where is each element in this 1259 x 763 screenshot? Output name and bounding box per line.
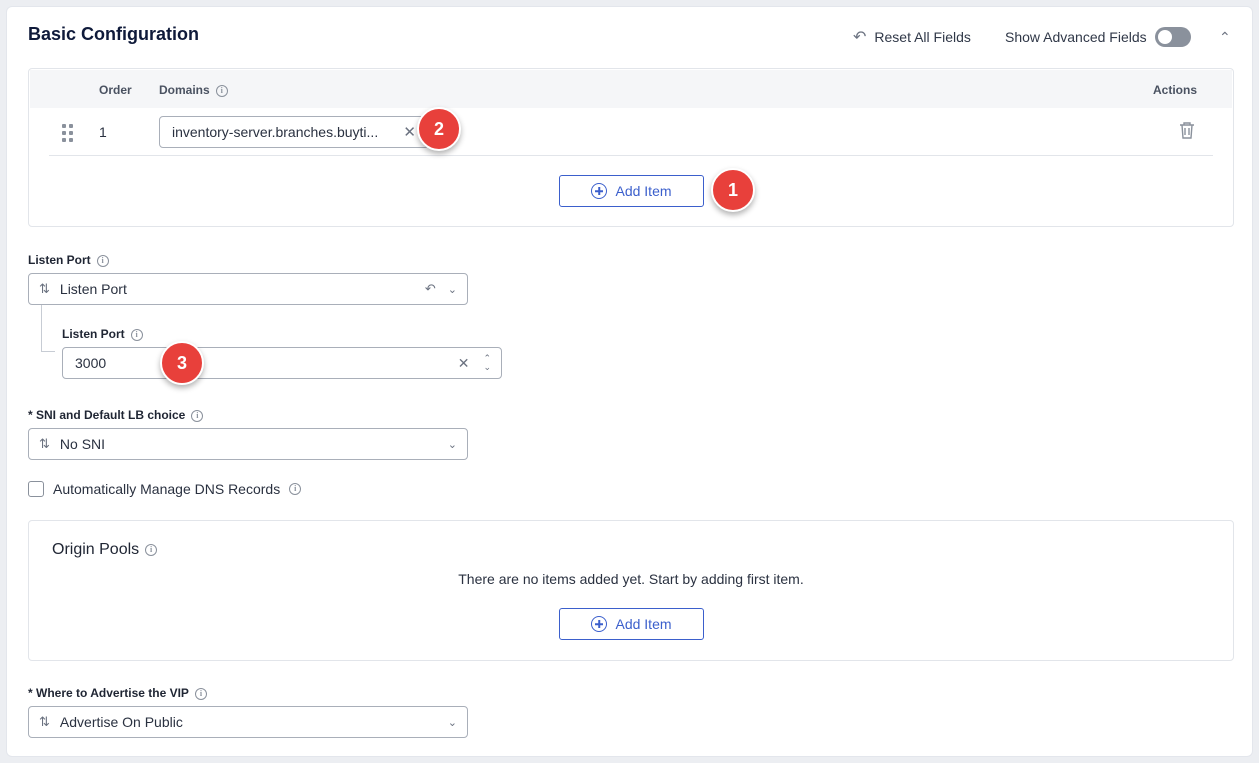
sni-select[interactable]: ⇅ No SNI ⌄ (28, 428, 468, 460)
advanced-label: Show Advanced Fields (1005, 29, 1147, 45)
annotation-badge-1: 1 (711, 168, 755, 212)
remove-domain-icon[interactable]: ✕ (403, 123, 416, 141)
advanced-fields-toggle[interactable] (1154, 27, 1191, 47)
reset-choice-icon[interactable]: ↶ (425, 281, 436, 297)
plus-circle-icon (591, 183, 608, 199)
basic-configuration-card: Basic Configuration ↶ Reset All Fields S… (6, 6, 1253, 757)
row-order: 1 (99, 124, 107, 140)
actions-header: Actions (1153, 83, 1198, 97)
domain-chip[interactable]: inventory-server.branches.buyti... ✕ (159, 116, 429, 148)
sni-choice: No SNI (59, 436, 106, 452)
order-header: Order (99, 83, 132, 97)
plus-circle-icon (591, 616, 608, 632)
advertise-choice: Advertise On Public (59, 714, 183, 730)
sni-label: * SNI and Default LB choice i (28, 408, 204, 422)
origin-pools-panel: Origin Pools i There are no items added y… (28, 520, 1234, 661)
listen-port-label: Listen Port i (28, 253, 109, 267)
nesting-connector (41, 305, 55, 352)
section-title: Basic Configuration (28, 24, 200, 44)
add-item-label: Add Item (615, 616, 672, 632)
delete-row-button[interactable] (1179, 121, 1195, 144)
domains-table: Order Domains i Actions 1 inventory-serve… (28, 68, 1234, 227)
listen-port-value: 3000 (75, 355, 107, 371)
dns-label: Automatically Manage DNS Records (53, 481, 281, 497)
chevron-down-icon: ⌄ (447, 283, 457, 296)
sni-label-text: * SNI and Default LB choice (28, 408, 186, 422)
info-icon[interactable]: i (145, 543, 158, 556)
origin-pools-title: Origin Pools i (52, 541, 158, 559)
advertise-select[interactable]: ⇅ Advertise On Public ⌄ (28, 706, 468, 738)
empty-state-text: There are no items added yet. Start by a… (458, 571, 804, 587)
add-item-label: Add Item (615, 183, 672, 199)
origin-pools-title-text: Origin Pools (52, 541, 140, 558)
dns-checkbox[interactable] (28, 481, 44, 497)
info-icon[interactable]: i (289, 483, 302, 495)
info-icon[interactable]: i (96, 254, 109, 267)
listen-port-label-text: Listen Port (28, 253, 91, 267)
listen-port-input[interactable]: 3000 ✕ ⌃ ⌄ (62, 347, 502, 379)
listen-port-choice: Listen Port (59, 281, 127, 297)
table-row: 1 inventory-server.branches.buyti... ✕ (49, 107, 1213, 156)
reset-all-fields-button[interactable]: ↶ Reset All Fields (853, 27, 971, 47)
domain-value: inventory-server.branches.buyti... (172, 124, 379, 140)
chevron-down-icon: ⌄ (447, 716, 457, 729)
annotation-badge-2: 2 (417, 107, 461, 151)
info-icon[interactable]: i (215, 84, 228, 97)
clear-icon[interactable]: ✕ (458, 355, 470, 372)
add-domain-button[interactable]: Add Item (559, 175, 704, 207)
info-icon[interactable]: i (130, 328, 143, 341)
choice-icon: ⇅ (39, 714, 50, 729)
drag-handle-icon[interactable] (62, 124, 73, 142)
chevron-up-icon[interactable]: ⌃ (1219, 29, 1231, 46)
show-advanced-fields: Show Advanced Fields (1005, 27, 1191, 47)
dns-checkbox-row: Automatically Manage DNS Records i (28, 481, 302, 497)
info-icon[interactable]: i (191, 409, 204, 422)
listen-port-select[interactable]: ⇅ Listen Port ↶ ⌄ (28, 273, 468, 305)
advertise-label: * Where to Advertise the VIP i (28, 686, 207, 700)
add-origin-pool-button[interactable]: Add Item (559, 608, 704, 640)
info-icon[interactable]: i (194, 687, 207, 700)
stepper-icon[interactable]: ⌃ ⌄ (483, 354, 491, 372)
annotation-badge-3: 3 (160, 341, 204, 385)
advertise-label-text: * Where to Advertise the VIP (28, 686, 189, 700)
listen-port-sub-label: Listen Port i (62, 327, 143, 341)
undo-icon: ↶ (853, 29, 867, 46)
trash-icon (1180, 122, 1194, 139)
reset-label: Reset All Fields (874, 29, 971, 45)
domains-header: Domains i (159, 83, 228, 97)
choice-icon: ⇅ (39, 436, 50, 451)
domains-header-label: Domains (159, 83, 210, 97)
choice-icon: ⇅ (39, 281, 50, 296)
chevron-down-icon: ⌄ (447, 438, 457, 451)
listen-port-sub-label-text: Listen Port (62, 327, 125, 341)
